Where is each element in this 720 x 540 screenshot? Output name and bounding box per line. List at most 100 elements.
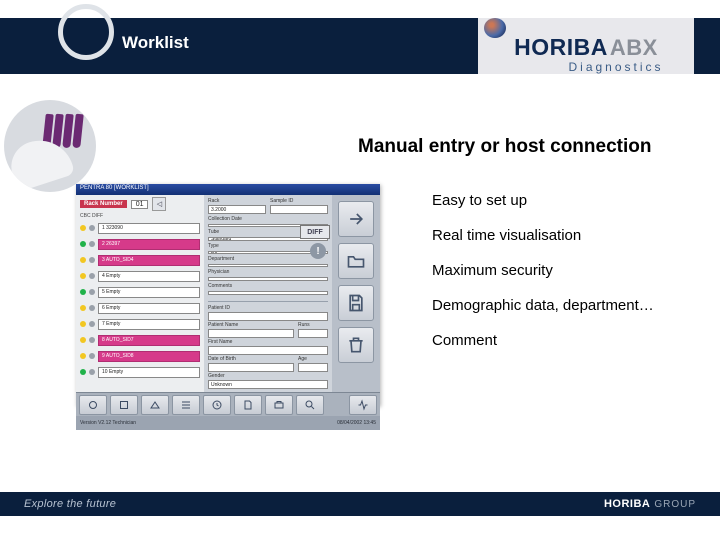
sample-id-label: Sample ID xyxy=(270,198,328,204)
rack-row[interactable]: 9 AUTO_SID8 xyxy=(80,349,200,363)
sample-slot[interactable]: 3 AUTO_SID4 xyxy=(98,255,200,266)
status-led xyxy=(80,257,86,263)
footer-brand: HORIBAGROUP xyxy=(604,498,696,510)
tool-button-9[interactable] xyxy=(349,395,377,415)
sample-slot[interactable]: 7 Empty xyxy=(98,319,200,330)
sample-id-field[interactable] xyxy=(270,205,328,214)
status-led xyxy=(80,369,86,375)
status-left: Version V2.12 Technician xyxy=(80,420,136,426)
tool-button-7[interactable] xyxy=(265,395,293,415)
rack-number-label: Rack Number xyxy=(80,200,127,208)
footer-tagline: Explore the future xyxy=(24,498,116,510)
status-led-2 xyxy=(89,321,95,327)
worklist-screenshot: PENTRA 80 [WORKLIST] Rack Number 01 ◁ CB… xyxy=(76,184,380,406)
gender-label: Gender xyxy=(208,373,328,379)
rack-row[interactable]: 1 323090 xyxy=(80,221,200,235)
rack-row[interactable]: 4 Empty xyxy=(80,269,200,283)
rack-row[interactable]: 5 Empty xyxy=(80,285,200,299)
tool-button-6[interactable] xyxy=(234,395,262,415)
sample-slot[interactable]: 6 Empty xyxy=(98,303,200,314)
status-led xyxy=(80,225,86,231)
runs-field[interactable] xyxy=(298,329,328,338)
tool-button-8[interactable] xyxy=(296,395,324,415)
rack-field-label: Rack xyxy=(208,198,266,204)
side-toolbar xyxy=(332,195,380,392)
sample-slot[interactable]: 1 323090 xyxy=(98,223,200,234)
feature-item: Comment xyxy=(432,332,654,349)
rack-row[interactable]: 8 AUTO_SID7 xyxy=(80,333,200,347)
bottom-toolbar xyxy=(76,392,380,416)
rack-number-value: 01 xyxy=(131,200,149,209)
first-name-field[interactable] xyxy=(208,346,328,355)
patient-name-field[interactable] xyxy=(208,329,294,338)
sample-slot[interactable]: 10 Empty xyxy=(98,367,200,378)
status-led-2 xyxy=(89,353,95,359)
rack-panel: Rack Number 01 ◁ CBC DIFF 1 323090 2 263… xyxy=(76,195,204,392)
save-button[interactable] xyxy=(338,285,374,321)
trash-button[interactable] xyxy=(338,327,374,363)
sample-slot[interactable]: 9 AUTO_SID8 xyxy=(98,351,200,362)
tool-button-5[interactable] xyxy=(203,395,231,415)
status-led xyxy=(80,241,86,247)
folder-button[interactable] xyxy=(338,243,374,279)
feature-item: Easy to set up xyxy=(432,192,654,209)
age-label: Age xyxy=(298,356,328,362)
status-led-2 xyxy=(89,289,95,295)
comments-label: Comments xyxy=(208,283,328,289)
status-right: 08/04/2002 13:45 xyxy=(337,420,376,426)
section-heading: Manual entry or host connection xyxy=(358,136,651,158)
feature-item: Demographic data, department… xyxy=(432,297,654,314)
rack-row[interactable]: 6 Empty xyxy=(80,301,200,315)
sample-slot[interactable]: 5 Empty xyxy=(98,287,200,298)
cbc-diff-labels: CBC DIFF xyxy=(76,213,204,221)
feature-list: Easy to set up Real time visualisation Max… xyxy=(432,192,654,349)
runs-label: Runs xyxy=(298,322,328,328)
status-led xyxy=(80,337,86,343)
alert-icon: ! xyxy=(310,243,326,259)
tool-button-3[interactable] xyxy=(141,395,169,415)
circle-icon xyxy=(58,4,114,60)
rack-field[interactable]: 3.2000 xyxy=(208,205,266,214)
rack-row[interactable]: 7 Empty xyxy=(80,317,200,331)
status-led xyxy=(80,273,86,279)
age-field[interactable] xyxy=(298,363,328,372)
tool-button-2[interactable] xyxy=(110,395,138,415)
sample-form: Rack 3.2000 Sample ID Collection Date Tu… xyxy=(204,195,332,392)
status-led-2 xyxy=(89,257,95,263)
comments-field[interactable] xyxy=(208,291,328,295)
brand-line2: Diagnostics xyxy=(568,60,663,74)
status-led-2 xyxy=(89,273,95,279)
diff-badge: DIFF xyxy=(300,225,330,239)
prev-rack-button[interactable]: ◁ xyxy=(152,197,166,211)
status-bar: Version V2.12 Technician 08/04/2002 13:4… xyxy=(76,416,380,430)
sample-slot[interactable]: 8 AUTO_SID7 xyxy=(98,335,200,346)
status-led-2 xyxy=(89,225,95,231)
tool-button-1[interactable] xyxy=(79,395,107,415)
status-led-2 xyxy=(89,241,95,247)
footer-band: Explore the future HORIBAGROUP xyxy=(0,492,720,516)
collection-date-label: Collection Date xyxy=(208,216,328,222)
patient-id-field[interactable] xyxy=(208,312,328,321)
feature-item: Real time visualisation xyxy=(432,227,654,244)
department-field[interactable] xyxy=(208,264,328,267)
dob-label: Date of Birth xyxy=(208,356,294,362)
status-led xyxy=(80,353,86,359)
rack-row[interactable]: 10 Empty xyxy=(80,365,200,379)
arrow-right-button[interactable] xyxy=(338,201,374,237)
dob-field[interactable] xyxy=(208,363,294,372)
status-led-2 xyxy=(89,337,95,343)
rack-row[interactable]: 2 26397 xyxy=(80,237,200,251)
physician-field[interactable] xyxy=(208,277,328,280)
feature-item: Maximum security xyxy=(432,262,654,279)
first-name-label: First Name xyxy=(208,339,328,345)
status-led-2 xyxy=(89,369,95,375)
sample-slot[interactable]: 2 26397 xyxy=(98,239,200,250)
tool-button-4[interactable] xyxy=(172,395,200,415)
physician-label: Physician xyxy=(208,269,328,275)
gender-field[interactable]: Unknown xyxy=(208,380,328,389)
sample-slot[interactable]: 4 Empty xyxy=(98,271,200,282)
patient-name-label: Patient Name xyxy=(208,322,294,328)
rack-row[interactable]: 3 AUTO_SID4 xyxy=(80,253,200,267)
decorative-photo xyxy=(4,100,96,192)
globe-icon xyxy=(484,18,506,38)
